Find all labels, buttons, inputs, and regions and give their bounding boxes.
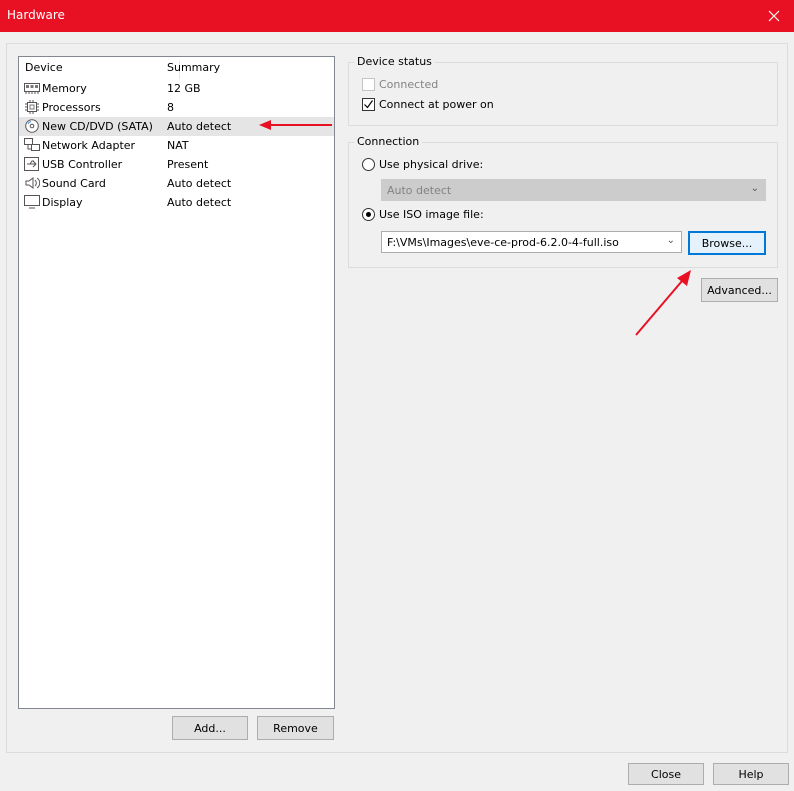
close-button[interactable]: Close xyxy=(628,763,704,785)
device-name: Processors xyxy=(42,101,101,114)
use-iso-image-radio[interactable]: Use ISO image file: xyxy=(362,208,562,222)
device-summary: Present xyxy=(167,158,209,171)
connected-label: Connected xyxy=(379,78,439,91)
connected-checkbox-box xyxy=(362,78,375,91)
connected-checkbox[interactable]: Connected xyxy=(362,78,562,92)
usb-icon xyxy=(24,157,40,171)
device-name: Memory xyxy=(42,82,87,95)
chevron-down-icon: ⌄ xyxy=(750,183,759,194)
display-icon xyxy=(24,195,40,209)
memory-icon xyxy=(24,81,40,95)
advanced-button[interactable]: Advanced... xyxy=(701,278,778,302)
column-header-device[interactable]: Device xyxy=(25,61,63,74)
device-list[interactable]: Device Summary Memory 12 GB Processors 8… xyxy=(18,56,335,709)
window-title: Hardware xyxy=(7,8,65,22)
use-physical-drive-label: Use physical drive: xyxy=(379,158,484,171)
use-iso-image-radio-circle xyxy=(362,208,375,221)
device-row-network-adapter[interactable]: Network Adapter NAT xyxy=(19,136,334,155)
device-summary: NAT xyxy=(167,139,189,152)
processor-icon xyxy=(24,100,40,114)
chevron-down-icon[interactable]: ⌄ xyxy=(667,235,675,246)
device-summary: 12 GB xyxy=(167,82,201,95)
use-physical-drive-radio[interactable]: Use physical drive: xyxy=(362,158,562,172)
device-status-group: Device status Connected Connect at power… xyxy=(348,55,778,126)
device-name: Sound Card xyxy=(42,177,106,190)
network-adapter-icon xyxy=(24,138,40,152)
physical-drive-value: Auto detect xyxy=(387,184,452,197)
remove-device-button[interactable]: Remove xyxy=(257,716,334,740)
device-summary: Auto detect xyxy=(167,120,232,133)
device-row-cd-dvd[interactable]: New CD/DVD (SATA) Auto detect xyxy=(19,117,334,136)
checkmark-icon xyxy=(364,100,373,109)
iso-image-path-value: F:\VMs\Images\eve-ce-prod-6.2.0-4-full.i… xyxy=(387,236,619,249)
close-window-button[interactable] xyxy=(754,0,794,32)
device-name: USB Controller xyxy=(42,158,123,171)
device-name: New CD/DVD (SATA) xyxy=(42,120,153,133)
use-physical-drive-radio-circle xyxy=(362,158,375,171)
device-row-processors[interactable]: Processors 8 xyxy=(19,98,334,117)
list-header: Device Summary xyxy=(19,61,334,79)
connect-at-power-on-checkbox[interactable]: Connect at power on xyxy=(362,98,562,112)
device-summary: Auto detect xyxy=(167,196,232,209)
connection-group: Connection Use physical drive: Auto dete… xyxy=(348,135,778,268)
device-name: Display xyxy=(42,196,83,209)
connect-at-power-on-label: Connect at power on xyxy=(379,98,494,111)
add-device-button[interactable]: Add... xyxy=(172,716,248,740)
radio-selected-dot xyxy=(366,212,371,217)
connection-title: Connection xyxy=(354,135,423,148)
use-iso-image-label: Use ISO image file: xyxy=(379,208,484,221)
title-bar: Hardware xyxy=(0,0,794,32)
device-row-sound-card[interactable]: Sound Card Auto detect xyxy=(19,174,334,193)
physical-drive-select[interactable]: Auto detect ⌄ xyxy=(381,179,766,201)
browse-button[interactable]: Browse... xyxy=(688,231,766,255)
device-summary: Auto detect xyxy=(167,177,232,190)
iso-image-path-input[interactable]: F:\VMs\Images\eve-ce-prod-6.2.0-4-full.i… xyxy=(381,231,682,253)
close-icon xyxy=(768,10,780,22)
column-header-summary[interactable]: Summary xyxy=(167,61,220,74)
help-button[interactable]: Help xyxy=(713,763,789,785)
device-row-display[interactable]: Display Auto detect xyxy=(19,193,334,212)
connect-at-power-on-box xyxy=(362,98,375,111)
device-name: Network Adapter xyxy=(42,139,136,152)
cd-dvd-icon xyxy=(24,119,40,133)
device-summary: 8 xyxy=(167,101,174,114)
device-status-title: Device status xyxy=(354,55,435,68)
device-row-memory[interactable]: Memory 12 GB xyxy=(19,79,334,98)
device-row-usb-controller[interactable]: USB Controller Present xyxy=(19,155,334,174)
sound-card-icon xyxy=(24,176,41,190)
